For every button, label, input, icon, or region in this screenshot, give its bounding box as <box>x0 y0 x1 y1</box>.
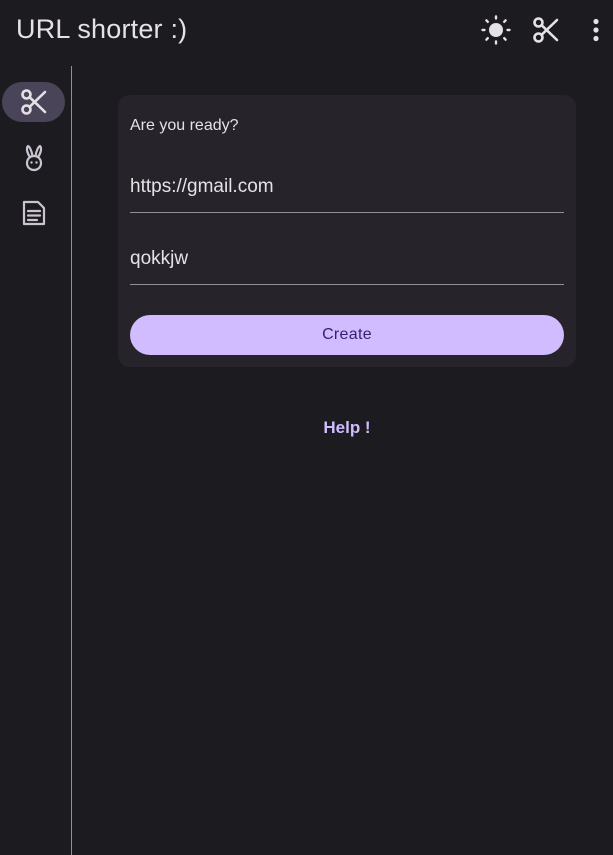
top-app-bar: URL shorter :) <box>0 0 613 60</box>
card-title: Are you ready? <box>130 117 239 134</box>
rail-item-shorten[interactable] <box>2 82 65 122</box>
scissors-icon <box>532 16 560 44</box>
short-code-field[interactable] <box>130 234 564 285</box>
help-link[interactable]: Help ! <box>118 418 576 438</box>
url-field[interactable] <box>130 162 564 213</box>
app-title: URL shorter :) <box>16 14 188 44</box>
more-vert-icon <box>591 18 601 42</box>
more-options-button[interactable] <box>576 10 613 50</box>
rabbit-icon <box>22 144 46 172</box>
theme-toggle-button[interactable] <box>476 10 516 50</box>
rail-item-article[interactable] <box>2 193 65 233</box>
short-code-input[interactable] <box>130 234 564 284</box>
scissors-icon <box>20 88 48 116</box>
shorten-form-card: Are you ready? Create <box>118 95 576 367</box>
rail-item-rabbit[interactable] <box>2 138 65 178</box>
app-window: URL shorter :) Are you ready? https://gm… <box>0 0 613 855</box>
article-icon <box>21 200 47 226</box>
create-button[interactable]: Create <box>130 315 564 355</box>
url-input[interactable] <box>130 162 564 212</box>
shorten-action-button[interactable] <box>526 10 566 50</box>
navigation-rail <box>0 66 72 855</box>
sun-icon <box>481 15 511 45</box>
